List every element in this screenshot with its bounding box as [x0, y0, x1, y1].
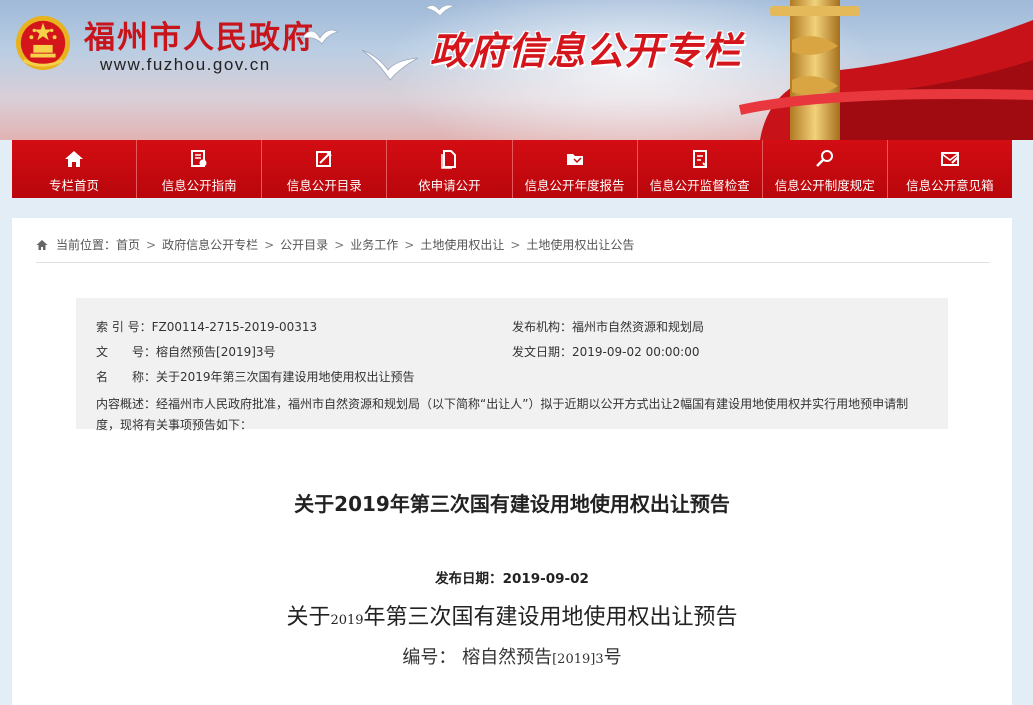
breadcrumb-separator: >: [510, 237, 521, 252]
meta-label: 发布机构：: [512, 320, 573, 334]
meta-label: 文 号：: [96, 345, 157, 359]
publish-date-label: 发布日期：: [435, 571, 503, 587]
body-title-text: 关于: [286, 605, 331, 630]
meta-label: 内容概述：: [96, 397, 157, 411]
nav-item-label: 信息公开指南: [161, 178, 237, 193]
nav-item-label: 信息公开年度报告: [524, 178, 625, 193]
home-icon: [36, 239, 48, 250]
publish-date-value: 2019-09-02: [502, 571, 589, 587]
breadcrumb-separator: >: [404, 237, 415, 252]
breadcrumb-separator: >: [264, 237, 275, 252]
nav-item-request[interactable]: 依申请公开: [387, 140, 513, 198]
site-name[interactable]: 福州市人民政府: [84, 12, 315, 57]
breadcrumb-item[interactable]: 土地使用权出让公告: [526, 236, 634, 253]
meta-value: FZ00114-2715-2019-00313: [151, 320, 318, 334]
nav-item-inspection[interactable]: 信息公开监督检查: [637, 140, 763, 198]
doc-number-label: 编号：: [402, 647, 457, 668]
breadcrumb-divider: [36, 262, 990, 263]
meta-value: 福州市自然资源和规划局: [572, 320, 705, 334]
article-doc-number: 编号： 榕自然预告[2019]3号: [12, 643, 1012, 669]
breadcrumb-separator: >: [146, 237, 157, 252]
breadcrumb-item[interactable]: 公开目录: [280, 236, 328, 253]
meta-summary: 内容概述：经福州市人民政府批准，福州市自然资源和规划局（以下简称“出让人”）拟于…: [96, 394, 932, 436]
meta-index: 索 引 号：FZ00114-2715-2019-00313: [96, 318, 317, 335]
meta-value: 关于2019年第三次国有建设用地使用权出让预告: [156, 370, 415, 384]
seagull-icon: [301, 29, 340, 45]
document-metadata: 索 引 号：FZ00114-2715-2019-00313 发布机构：福州市自然…: [76, 298, 948, 432]
column-title: 政府信息公开专栏: [430, 29, 743, 73]
annual-report-icon: [566, 154, 583, 165]
meta-value: 榕自然预告[2019]3号: [156, 345, 276, 359]
nav-item-label: 信息公开监督检查: [649, 178, 750, 193]
breadcrumb-separator: >: [334, 237, 345, 252]
doc-number-suffix: 号: [603, 647, 622, 668]
meta-value: 经福州市人民政府批准，福州市自然资源和规划局（以下简称“出让人”）拟于近期以公开…: [96, 397, 909, 432]
nav-item-label: 信息公开意见箱: [906, 178, 994, 193]
breadcrumb-item[interactable]: 首页: [116, 236, 140, 253]
nav-item-home[interactable]: 专栏首页: [12, 140, 138, 198]
request-icon: [441, 150, 457, 169]
doc-number-year: [2019]3: [552, 652, 604, 667]
nav-item-label: 信息公开目录: [286, 178, 362, 193]
breadcrumb: 当前位置： 首页 > 政府信息公开专栏 > 公开目录 > 业务工作 > 土地使用…: [36, 236, 634, 253]
meta-label: 索 引 号：: [96, 320, 152, 334]
doc-number-value: 榕自然预告: [462, 647, 553, 668]
body-title-year: 2019: [330, 613, 364, 628]
meta-issue-date: 发文日期：2019-09-02 00:00:00: [512, 343, 699, 360]
nav-item-label: 依申请公开: [418, 178, 481, 193]
nav-item-annual-report[interactable]: 信息公开年度报告: [512, 140, 638, 198]
seagull-icon: [361, 49, 419, 81]
meta-value: 2019-09-02 00:00:00: [572, 345, 700, 359]
nav-item-label: 专栏首页: [49, 178, 100, 193]
meta-name: 名 称：关于2019年第三次国有建设用地使用权出让预告: [96, 368, 415, 385]
breadcrumb-item[interactable]: 业务工作: [350, 236, 398, 253]
seagull-icon: [425, 4, 455, 17]
inspection-icon: [692, 150, 707, 168]
publish-date: 发布日期：2019-09-02: [12, 567, 1012, 587]
pillar-ribbon-decoration: [738, 0, 1033, 140]
breadcrumb-item[interactable]: 土地使用权出让: [420, 236, 504, 253]
article-body-title: 关于2019年第三次国有建设用地使用权出让预告: [12, 599, 1012, 631]
body-title-text: 年第三次国有建设用地使用权出让预告: [363, 605, 738, 630]
national-emblem-icon: [15, 15, 71, 71]
meta-label: 名 称：: [96, 370, 157, 384]
feedback-icon: [940, 152, 959, 166]
nav-item-feedback[interactable]: 信息公开意见箱: [887, 140, 1012, 198]
meta-label: 发文日期：: [512, 345, 573, 359]
site-url[interactable]: www.fuzhou.gov.cn: [100, 55, 271, 75]
guide-icon: [191, 150, 207, 167]
main-nav: 专栏首页 信息公开指南 信息公开目录 依申请公开 信息公开年度报告 信息公开监督…: [12, 140, 1012, 198]
nav-item-label: 信息公开制度规定: [774, 178, 875, 193]
meta-publisher: 发布机构：福州市自然资源和规划局: [512, 318, 704, 335]
breadcrumb-item[interactable]: 政府信息公开专栏: [162, 236, 258, 253]
nav-item-regulation[interactable]: 信息公开制度规定: [762, 140, 888, 198]
nav-item-guide[interactable]: 信息公开指南: [137, 140, 263, 198]
home-icon: [65, 151, 84, 167]
header-banner: 福州市人民政府 www.fuzhou.gov.cn 政府信息公开专栏: [0, 0, 1033, 140]
meta-doc-number: 文 号：榕自然预告[2019]3号: [96, 343, 276, 360]
nav-item-catalog[interactable]: 信息公开目录: [262, 140, 388, 198]
regulation-icon: [815, 150, 833, 167]
catalog-icon: [316, 151, 333, 167]
breadcrumb-prefix: 当前位置：: [56, 238, 117, 252]
article-title: 关于2019年第三次国有建设用地使用权出让预告: [294, 492, 730, 516]
content-panel: 当前位置： 首页 > 政府信息公开专栏 > 公开目录 > 业务工作 > 土地使用…: [12, 218, 1012, 705]
